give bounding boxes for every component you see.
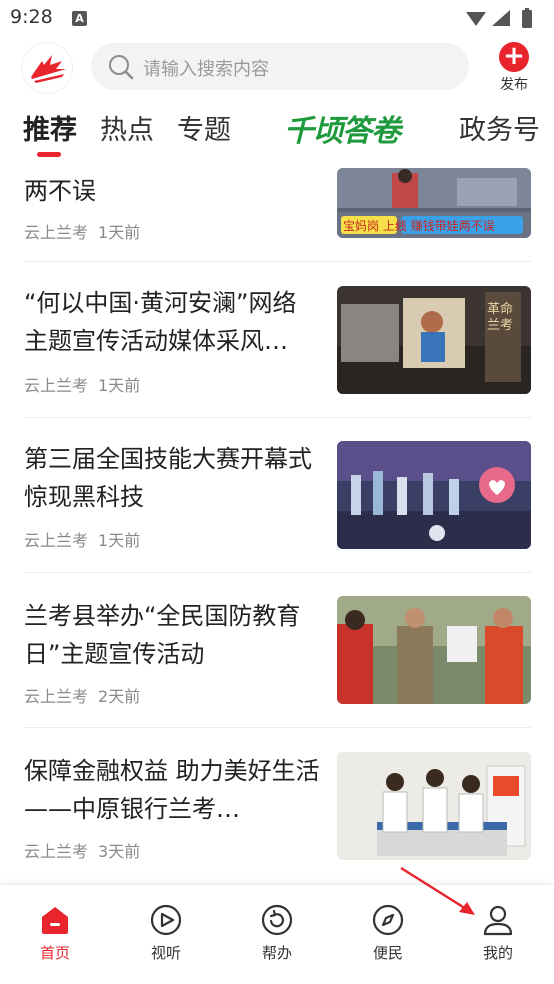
nav-profile-label: 我的 [482,944,513,962]
status-signal-battery-icon [466,8,532,28]
news-thumbnail[interactable] [337,596,531,704]
news-time: 2天前 [98,687,141,706]
nav-audiovisual-label: 视听 [150,944,181,962]
news-time: 1天前 [98,531,141,550]
channel-tabs: 推荐 热点 专题 千顷答卷 政务号 [0,100,554,160]
news-thumbnail[interactable] [337,752,531,860]
nav-audiovisual[interactable]: 视听 [131,903,201,967]
search-input[interactable]: 请输入搜索内容 [91,43,469,90]
news-thumbnail[interactable]: 宝妈岗 上线 赚钱带娃两不误 [337,168,531,238]
news-title: 第三届全国技能大赛开幕式惊现黑科技 [24,445,312,511]
news-thumbnail[interactable] [337,441,531,549]
news-meta: 云上兰考 1天前 [24,372,140,396]
active-tab-indicator [37,152,61,157]
nav-home[interactable]: 首页 [20,903,90,967]
tab-recommend[interactable]: 推荐 [23,108,77,147]
publish-label: 发布 [500,77,528,93]
news-title: “何以中国·黄河安澜”网络主题宣传活动媒体采风… [24,289,297,355]
header: 请输入搜索内容 + 发布 [0,38,554,98]
nav-convenience[interactable]: 便民 [353,903,423,967]
thumbnail-image [337,752,531,860]
news-thumbnail[interactable]: 革命兰考 [337,286,531,394]
divider [24,417,531,418]
news-source: 云上兰考 [24,223,89,242]
news-source: 云上兰考 [24,687,89,706]
divider [24,261,531,262]
status-time: 9:28 [10,6,53,28]
publish-button[interactable]: + 发布 [494,42,534,98]
news-source: 云上兰考 [24,376,89,395]
search-icon [109,55,134,80]
app-logo-icon [31,55,66,83]
refresh-circle-icon [261,904,293,936]
tab-hot[interactable]: 热点 [100,108,154,147]
tab-qianqing-dajuan[interactable]: 千顷答卷 [284,106,401,150]
news-title: 保障金融权益 助力美好生活——中原银行兰考… [24,757,320,823]
news-item[interactable]: 兰考县举办“全民国防教育日”主题宣传活动 云上兰考 2天前 [24,595,531,715]
status-indicator-icon: A [72,11,87,26]
search-placeholder: 请输入搜索内容 [143,59,269,80]
news-item[interactable]: 第三届全国技能大赛开幕式惊现黑科技 云上兰考 1天前 [24,440,531,560]
news-meta: 云上兰考 2天前 [24,683,140,707]
news-meta: 云上兰考 1天前 [24,219,140,243]
divider [24,727,531,728]
nav-assist-label: 帮办 [261,944,292,962]
nav-assist[interactable]: 帮办 [242,903,312,967]
news-item[interactable]: “何以中国·黄河安澜”网络主题宣传活动媒体采风… 云上兰考 1天前 革命兰考 [24,284,531,404]
news-meta: 云上兰考 3天前 [24,838,140,862]
news-title: 两不误 [24,177,96,205]
nav-profile[interactable]: 我的 [463,903,533,967]
plus-icon: + [499,42,529,72]
play-circle-icon [150,904,182,936]
divider [24,572,531,573]
news-time: 3天前 [98,842,141,861]
thumbnail-caption: 宝妈岗 上线 赚钱带娃两不误 [343,219,495,233]
news-time: 1天前 [98,376,141,395]
news-time: 1天前 [98,223,141,242]
news-title: 兰考县举办“全民国防教育日”主题宣传活动 [24,602,301,668]
thumbnail-caption: 革命兰考 [487,302,514,333]
news-item[interactable]: 两不误 云上兰考 1天前 宝妈岗 上线 赚钱带娃两不误 [24,168,531,260]
news-item[interactable]: 保障金融权益 助力美好生活——中原银行兰考… 云上兰考 3天前 [24,750,531,870]
app-logo[interactable] [22,43,72,93]
news-source: 云上兰考 [24,531,89,550]
home-icon [42,907,68,934]
thumbnail-image [337,596,531,704]
news-meta: 云上兰考 1天前 [24,527,140,551]
user-icon [483,905,513,936]
status-bar: 9:28 A [0,0,554,38]
news-feed[interactable]: 两不误 云上兰考 1天前 宝妈岗 上线 赚钱带娃两不误 “何以中国·黄河安澜”网络… [0,168,554,884]
nav-home-label: 首页 [39,944,70,962]
bottom-nav: 首页 视听 帮办 便民 我的 [0,884,554,984]
compass-icon [372,904,404,936]
news-source: 云上兰考 [24,842,89,861]
tab-topics[interactable]: 专题 [177,108,231,147]
thumbnail-image [337,441,531,549]
nav-convenience-label: 便民 [372,944,403,962]
tab-government[interactable]: 政务号 [459,108,540,147]
